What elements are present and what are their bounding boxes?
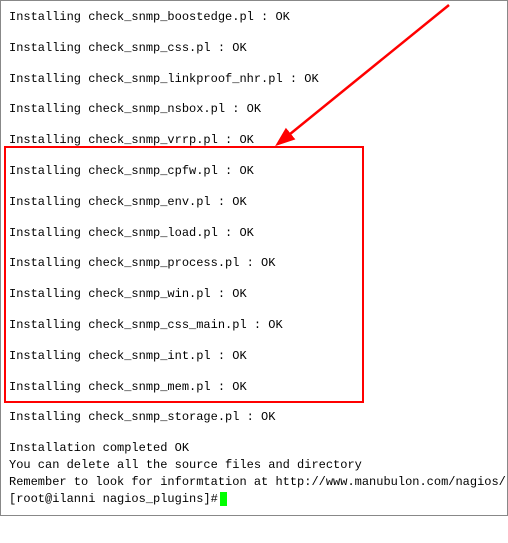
install-line: Installing check_snmp_env.pl : OK: [9, 194, 499, 211]
install-line: Installing check_snmp_win.pl : OK: [9, 286, 499, 303]
install-line: Installing check_snmp_nsbox.pl : OK: [9, 101, 499, 118]
footer-block: Installation completed OK You can delete…: [9, 440, 499, 507]
install-line: Installing check_snmp_vrrp.pl : OK: [9, 132, 499, 149]
install-line: Installing check_snmp_css_main.pl : OK: [9, 317, 499, 334]
install-line: Installing check_snmp_int.pl : OK: [9, 348, 499, 365]
install-line: Installing check_snmp_process.pl : OK: [9, 255, 499, 272]
install-line: Installing check_snmp_storage.pl : OK: [9, 409, 499, 426]
install-line: Installing check_snmp_boostedge.pl : OK: [9, 9, 499, 26]
install-line: Installing check_snmp_linkproof_nhr.pl :…: [9, 71, 499, 88]
install-hint-url: Remember to look for informtation at htt…: [9, 474, 499, 491]
install-line: Installing check_snmp_load.pl : OK: [9, 225, 499, 242]
install-line: Installing check_snmp_css.pl : OK: [9, 40, 499, 57]
install-complete: Installation completed OK: [9, 440, 499, 457]
install-hint-delete: You can delete all the source files and …: [9, 457, 499, 474]
install-line: Installing check_snmp_mem.pl : OK: [9, 379, 499, 396]
prompt-text: [root@ilanni nagios_plugins]#: [9, 491, 218, 508]
install-line: Installing check_snmp_cpfw.pl : OK: [9, 163, 499, 180]
shell-prompt[interactable]: [root@ilanni nagios_plugins]#: [9, 491, 499, 508]
cursor-block: [220, 492, 227, 506]
